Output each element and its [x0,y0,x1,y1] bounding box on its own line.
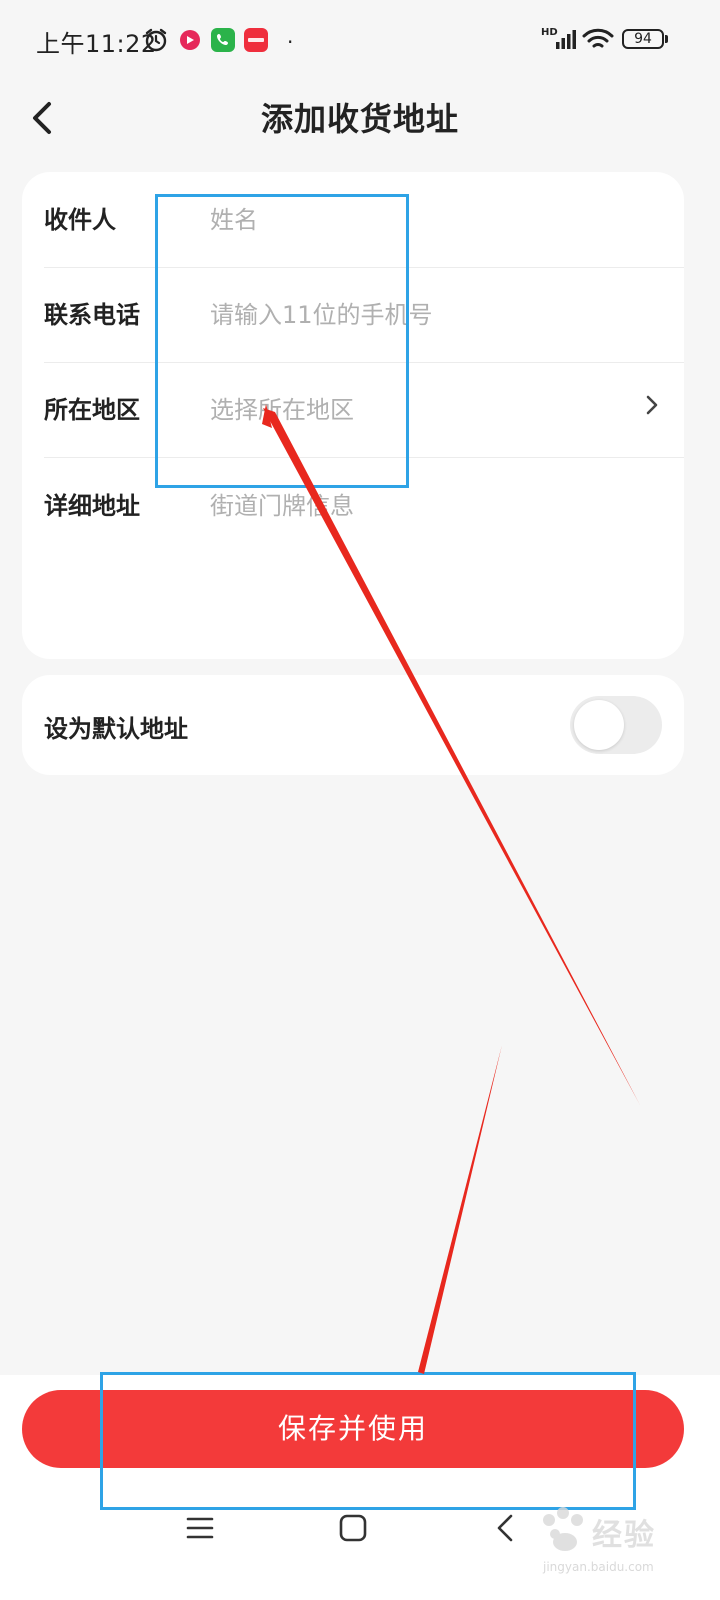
save-and-use-button[interactable]: 保存并使用 [22,1390,684,1468]
more-notifications-dot: · [287,30,294,54]
signal-icon [556,29,578,53]
status-time: 上午11:22 [36,30,157,58]
receiver-name-input[interactable] [210,200,650,240]
receiver-label: 收件人 [44,206,116,234]
address-form-card: 收件人 联系电话 所在地区 详细地址 [22,172,684,659]
receiver-row: 收件人 [44,172,684,267]
wifi-icon [582,28,614,54]
paw-logo-icon [543,1507,583,1551]
back-icon[interactable] [486,1508,526,1548]
default-address-label: 设为默认地址 [44,715,188,743]
default-address-card: 设为默认地址 [22,675,684,775]
detail-address-label: 详细地址 [44,492,140,520]
phone-app-icon [211,28,235,52]
watermark-text: 经验 [592,1518,656,1553]
menu-icon[interactable] [180,1508,220,1548]
alarm-icon [143,27,169,57]
battery-icon: 94 [622,29,664,49]
page-title: 添加收货地址 [260,100,459,138]
region-select[interactable] [210,390,650,430]
xiaohongshu-app-icon [244,28,268,52]
region-label: 所在地区 [44,396,140,424]
phone-input[interactable] [210,295,650,335]
status-bar: 上午11:22 · HD 94 [0,0,720,80]
watermark-url: jingyan.baidu.com [543,1560,654,1574]
default-address-toggle[interactable] [570,696,662,754]
detail-address-row: 详细地址 [44,458,684,638]
toggle-knob [574,700,624,750]
baidu-watermark: 经验 jingyan.baidu.com [535,1500,715,1590]
region-row[interactable]: 所在地区 [44,363,684,458]
app-icon-1 [178,28,202,52]
nav-bar: 添加收货地址 [0,80,720,150]
phone-row: 联系电话 [44,268,684,363]
battery-cap [665,35,668,43]
chevron-right-icon[interactable] [644,394,660,416]
phone-label: 联系电话 [44,301,140,329]
home-icon[interactable] [333,1508,373,1548]
detail-address-input[interactable] [210,486,650,526]
